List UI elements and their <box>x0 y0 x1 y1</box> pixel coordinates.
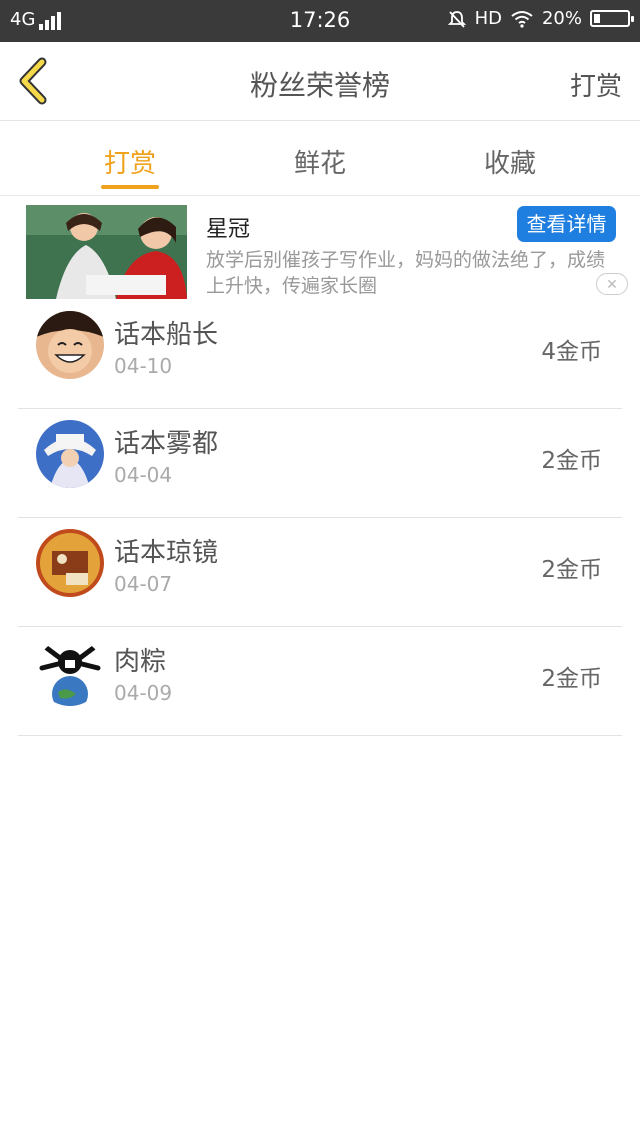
ad-image <box>26 205 187 299</box>
fan-date: 04-10 <box>114 354 173 378</box>
status-bar: 4G 17:26 HD 20% <box>0 0 640 42</box>
list-item[interactable]: 话本船长 04-10 4金币 <box>18 300 622 409</box>
fan-date: 04-09 <box>114 681 173 705</box>
tab-bar: 打赏 鲜花 收藏 <box>0 121 640 196</box>
fan-amount: 4金币 <box>541 339 602 365</box>
list-item[interactable]: 肉粽 04-09 2金币 <box>18 627 622 736</box>
fan-amount: 2金币 <box>541 557 602 583</box>
avatar <box>36 529 104 597</box>
ad-description: 放学后别催孩子写作业，妈妈的做法绝了，成绩上升快，传遍家长圈 <box>206 249 606 297</box>
fan-list: 话本船长 04-10 4金币 话本雾都 04-04 2金币 话本琼镜 04-07… <box>18 300 622 736</box>
fan-amount: 2金币 <box>541 448 602 474</box>
ad-title: 星冠 <box>206 217 251 242</box>
fan-name: 肉粽 <box>114 647 167 677</box>
tab-reward[interactable]: 打赏 <box>70 143 190 180</box>
avatar <box>36 420 104 488</box>
fan-date: 04-07 <box>114 572 173 596</box>
close-icon: ✕ <box>606 277 618 293</box>
page-title: 粉丝荣誉榜 <box>249 69 390 102</box>
ad-close-button[interactable]: ✕ <box>596 273 628 295</box>
fan-name: 话本雾都 <box>114 429 219 459</box>
fan-date: 04-04 <box>114 463 173 487</box>
list-item[interactable]: 话本雾都 04-04 2金币 <box>18 409 622 518</box>
fan-amount: 2金币 <box>541 666 602 692</box>
tab-favorites[interactable]: 收藏 <box>450 143 570 180</box>
app-header: 粉丝荣誉榜 打赏 <box>0 42 640 121</box>
status-right: HD 20% <box>447 8 634 29</box>
list-item[interactable]: 话本琼镜 04-07 2金币 <box>18 518 622 627</box>
fan-name: 话本船长 <box>114 320 219 350</box>
ad-details-button[interactable]: 查看详情 <box>517 206 616 242</box>
battery-percent: 20% <box>541 8 582 29</box>
mute-bell-icon <box>447 10 466 28</box>
wifi-icon <box>511 10 533 28</box>
avatar <box>36 311 104 379</box>
fan-name: 话本琼镜 <box>114 538 219 568</box>
tab-flowers[interactable]: 鲜花 <box>260 143 380 180</box>
avatar <box>36 638 104 706</box>
battery-icon <box>590 10 634 27</box>
active-tab-indicator <box>101 185 159 189</box>
ad-banner[interactable]: 星冠 查看详情 放学后别催孩子写作业，妈妈的做法绝了，成绩上升快，传遍家长圈 ✕ <box>26 205 628 301</box>
hd-indicator: HD <box>474 8 502 29</box>
reward-button[interactable]: 打赏 <box>570 66 622 103</box>
